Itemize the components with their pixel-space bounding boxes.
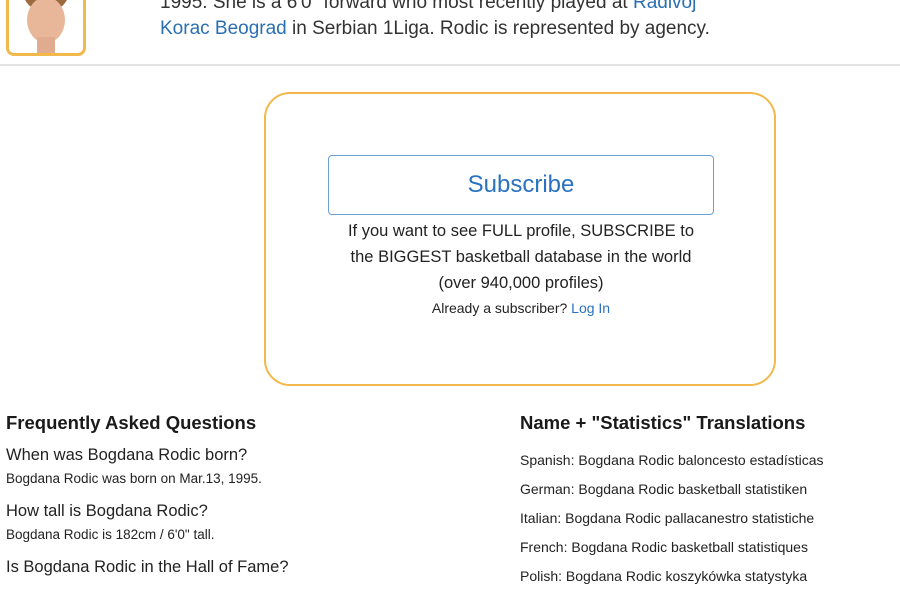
team-link-korac-beograd[interactable]: Korac Beograd: [160, 18, 287, 39]
faq-question: When was Bogdana Rodic born?: [6, 446, 248, 464]
login-prompt: Already a subscriber? Log In: [306, 300, 736, 316]
bio-text-1: 1995. She is a 6'0" forward who most rec…: [160, 0, 633, 13]
faq-answer: Bogdana Rodic was born on Mar.13, 1995.: [6, 471, 262, 486]
translations-section: Name + "Statistics" Translations Spanish…: [520, 412, 900, 584]
player-bio: 1995. She is a 6'0" forward who most rec…: [160, 0, 880, 42]
faq-title: Frequently Asked Questions: [6, 412, 257, 433]
already-subscriber-text: Already a subscriber?: [431, 300, 572, 316]
page: 1995. She is a 6'0" forward who most rec…: [0, 0, 900, 600]
subscribe-button[interactable]: Subscribe: [328, 155, 714, 215]
translation-item: French: Bogdana Rodic basketball statist…: [520, 539, 808, 555]
pitch-line-2: the BIGGEST basketball database in the w…: [350, 248, 692, 266]
team-link-radivoj[interactable]: Radivoj: [633, 0, 696, 13]
login-link[interactable]: Log In: [571, 300, 610, 316]
subscribe-pitch: If you want to see FULL profile, SUBSCRI…: [306, 218, 736, 296]
translation-item: Spanish: Bogdana Rodic baloncesto estadí…: [520, 452, 824, 468]
subscribe-card: Subscribe If you want to see FULL profil…: [264, 92, 776, 386]
pitch-line-3: (over 940,000 profiles): [438, 274, 604, 292]
faq-question: Is Bogdana Rodic in the Hall of Fame?: [6, 558, 289, 576]
faq-question: How tall is Bogdana Rodic?: [6, 502, 208, 520]
faq-section: Frequently Asked Questions When was Bogd…: [6, 412, 476, 577]
profile-header: 1995. She is a 6'0" forward who most rec…: [0, 0, 900, 66]
translations-title: Name + "Statistics" Translations: [520, 412, 806, 433]
player-photo[interactable]: [6, 0, 86, 56]
bio-text-2: in Serbian 1Liga. Rodic is represented b…: [286, 18, 710, 39]
faq-answer: Bogdana Rodic is 182cm / 6'0" tall.: [6, 527, 215, 542]
translation-item: German: Bogdana Rodic basketball statist…: [520, 481, 808, 497]
translation-item: Italian: Bogdana Rodic pallacanestro sta…: [520, 510, 815, 526]
pitch-line-1: If you want to see FULL profile, SUBSCRI…: [347, 222, 695, 240]
translation-item: Polish: Bogdana Rodic koszykówka statyst…: [520, 568, 808, 584]
